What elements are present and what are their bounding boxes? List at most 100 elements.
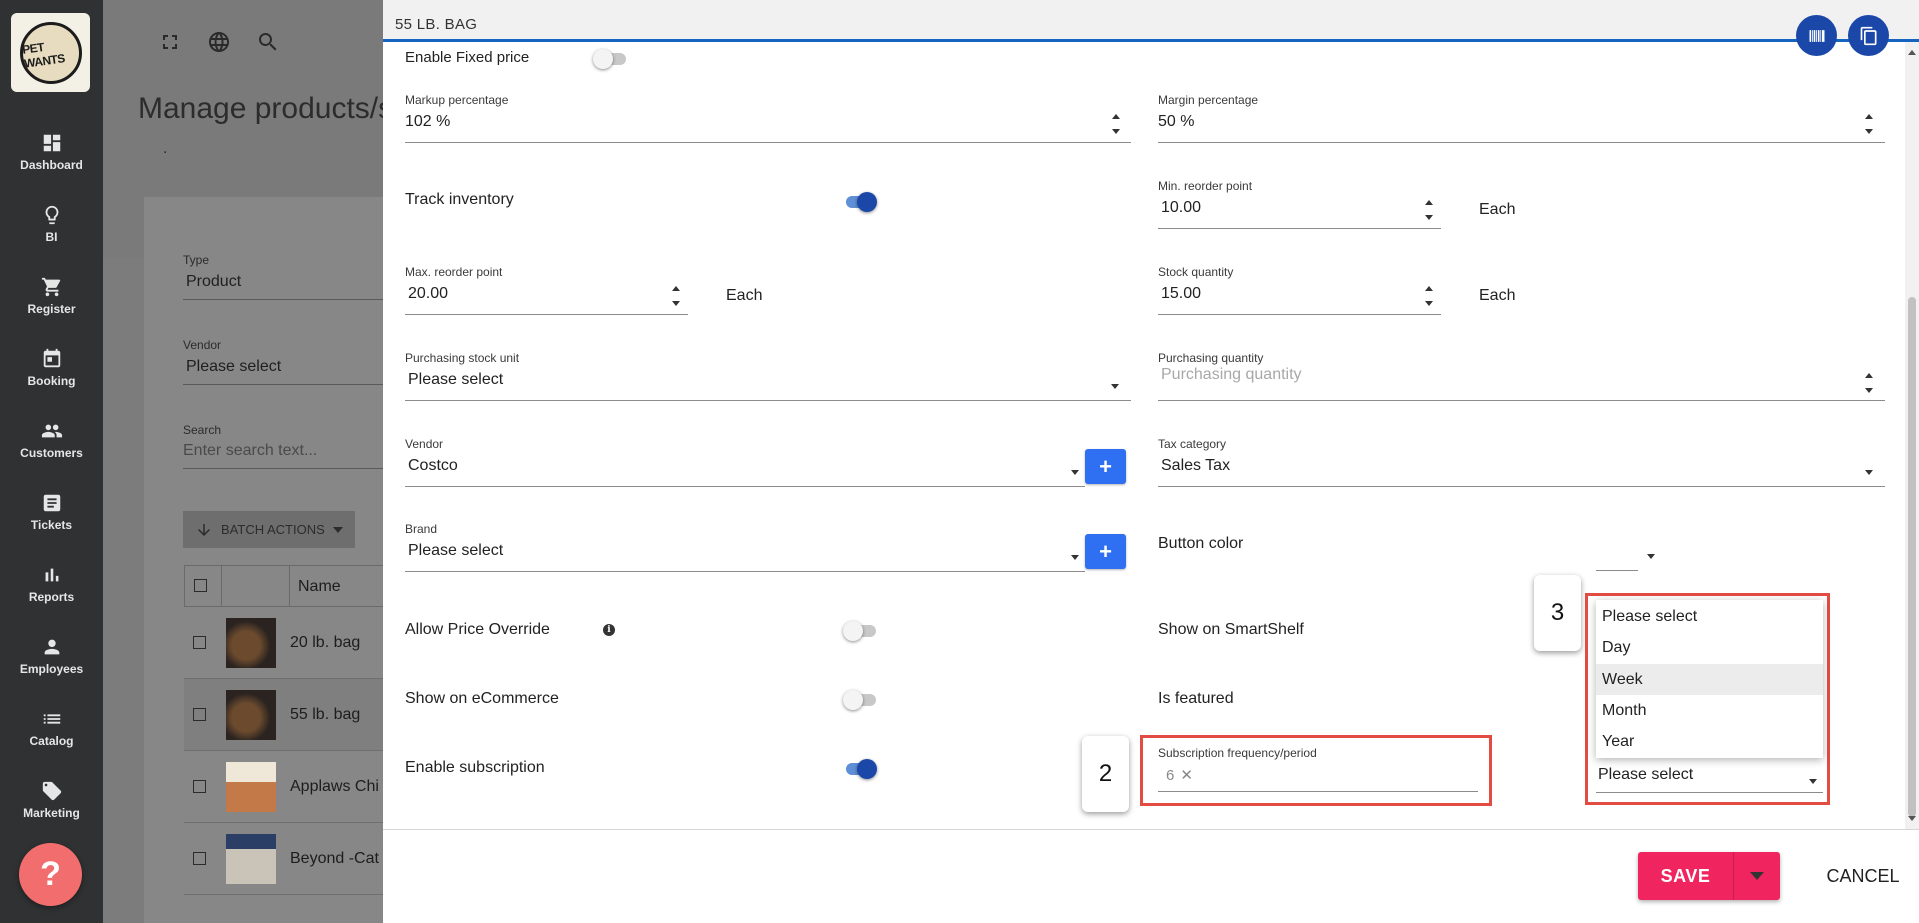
add-brand-button[interactable]: + xyxy=(1085,534,1126,569)
chevron-down-icon[interactable] xyxy=(1071,555,1079,560)
brand-select[interactable]: Please select xyxy=(408,542,503,560)
min-reorder-underline xyxy=(1158,228,1441,229)
search-input[interactable]: Enter search text... xyxy=(183,442,317,460)
stock-qty-underline xyxy=(1158,314,1441,315)
min-reorder-stepper[interactable] xyxy=(1425,199,1435,221)
sidebar-item-label: Tickets xyxy=(30,518,73,532)
calendar-icon xyxy=(43,348,60,368)
row-checkbox[interactable] xyxy=(193,852,206,865)
column-divider xyxy=(221,566,222,606)
period-option-year[interactable]: Year xyxy=(1596,726,1823,757)
enable-subscription-toggle[interactable] xyxy=(843,759,877,779)
cancel-button[interactable]: CANCEL xyxy=(1813,852,1913,900)
search-icon[interactable] xyxy=(256,30,280,54)
track-inventory-label: Track inventory xyxy=(405,191,514,208)
chevron-down-icon[interactable] xyxy=(1865,470,1873,475)
sidebar-item-bi[interactable]: BI xyxy=(0,194,103,254)
vendor-filter-select[interactable]: Please select xyxy=(186,358,281,376)
tax-category-label: Tax category xyxy=(1158,437,1227,451)
track-inventory-toggle[interactable] xyxy=(843,192,877,212)
purchasing-unit-underline xyxy=(405,400,1131,401)
chevron-down-icon[interactable] xyxy=(1071,470,1079,475)
globe-icon[interactable] xyxy=(207,30,231,54)
row-checkbox[interactable] xyxy=(193,780,206,793)
enable-fixed-price-toggle[interactable] xyxy=(593,49,627,69)
add-vendor-button[interactable]: + xyxy=(1085,449,1126,484)
max-reorder-input[interactable]: 20.00 xyxy=(408,285,448,303)
search-label: Search xyxy=(183,423,222,437)
select-all-checkbox[interactable] xyxy=(194,579,207,592)
period-option-day[interactable]: Day xyxy=(1596,632,1823,663)
duplicate-button[interactable] xyxy=(1848,15,1889,56)
stock-qty-unit: Each xyxy=(1479,287,1516,304)
product-thumbnail xyxy=(226,689,276,740)
margin-input[interactable]: 50 % xyxy=(1158,113,1194,131)
info-icon[interactable]: i xyxy=(603,624,615,636)
chevron-down-icon[interactable] xyxy=(1809,779,1817,784)
sidebar-item-marketing[interactable]: Marketing xyxy=(0,770,103,830)
period-option-please-select[interactable]: Please select xyxy=(1596,601,1823,632)
save-button[interactable]: SAVE xyxy=(1638,852,1733,900)
row-name: Beyond -Cat xyxy=(290,849,379,867)
tax-category-select[interactable]: Sales Tax xyxy=(1161,457,1230,475)
sidebar-item-catalog[interactable]: Catalog xyxy=(0,698,103,758)
period-select[interactable]: Please select xyxy=(1598,766,1693,784)
button-color-swatch[interactable] xyxy=(1596,570,1638,571)
save-split-button: SAVE xyxy=(1638,852,1780,900)
subscription-frequency-chip[interactable]: 6 ✕ xyxy=(1166,766,1193,785)
sidebar-item-employees[interactable]: Employees xyxy=(0,626,103,686)
scroll-down-arrow[interactable] xyxy=(1908,816,1916,821)
stock-qty-input[interactable]: 15.00 xyxy=(1161,285,1201,303)
sidebar-item-label: Dashboard xyxy=(20,158,83,172)
markup-stepper[interactable] xyxy=(1112,113,1122,135)
help-button[interactable]: ? xyxy=(19,843,82,906)
product-thumbnail xyxy=(226,617,276,668)
modal-scrollbar[interactable] xyxy=(1905,42,1919,829)
period-option-week[interactable]: Week xyxy=(1596,664,1823,695)
product-thumbnail xyxy=(226,833,276,884)
markup-underline xyxy=(405,142,1131,143)
button-color-label: Button color xyxy=(1158,535,1244,552)
min-reorder-label: Min. reorder point xyxy=(1158,179,1253,193)
sidebar-item-register[interactable]: Register xyxy=(0,266,103,326)
scroll-up-arrow[interactable] xyxy=(1908,50,1916,55)
purchasing-unit-select[interactable]: Please select xyxy=(408,371,503,389)
vendor-underline xyxy=(405,486,1085,487)
max-reorder-label: Max. reorder point xyxy=(405,265,503,279)
period-option-month[interactable]: Month xyxy=(1596,695,1823,726)
batch-actions-button[interactable]: BATCH ACTIONS xyxy=(183,511,355,548)
max-reorder-unit: Each xyxy=(726,287,763,304)
margin-stepper[interactable] xyxy=(1865,113,1875,135)
stock-qty-stepper[interactable] xyxy=(1425,285,1435,307)
row-checkbox[interactable] xyxy=(193,708,206,721)
barcode-button[interactable] xyxy=(1796,15,1837,56)
clear-icon[interactable]: ✕ xyxy=(1180,766,1193,784)
sidebar-item-dashboard[interactable]: Dashboard xyxy=(0,122,103,182)
sidebar-item-label: Booking xyxy=(27,374,76,388)
show-ecommerce-toggle[interactable] xyxy=(843,690,877,710)
min-reorder-input[interactable]: 10.00 xyxy=(1161,199,1201,217)
chevron-down-icon[interactable] xyxy=(1111,384,1119,389)
type-underline xyxy=(183,299,383,300)
vendor-select[interactable]: Costco xyxy=(408,457,458,475)
row-checkbox[interactable] xyxy=(193,636,206,649)
pet-wants-logo[interactable]: PET WANTS xyxy=(11,13,90,92)
sidebar-item-reports[interactable]: Reports xyxy=(0,554,103,614)
type-select[interactable]: Product xyxy=(186,273,241,291)
markup-input[interactable]: 102 % xyxy=(405,113,450,131)
scroll-thumb[interactable] xyxy=(1908,297,1916,817)
max-reorder-stepper[interactable] xyxy=(672,285,682,307)
sidebar-item-booking[interactable]: Booking xyxy=(0,338,103,398)
sidebar-item-tickets[interactable]: Tickets xyxy=(0,482,103,542)
purchasing-unit-label: Purchasing stock unit xyxy=(405,351,520,365)
tag-icon xyxy=(42,781,61,801)
sidebar-item-customers[interactable]: Customers xyxy=(0,410,103,470)
purchasing-qty-stepper[interactable] xyxy=(1865,372,1875,394)
chevron-down-icon[interactable] xyxy=(1647,554,1655,559)
markup-label: Markup percentage xyxy=(405,93,509,107)
fullscreen-icon[interactable] xyxy=(158,30,182,54)
allow-price-override-toggle[interactable] xyxy=(843,621,877,641)
save-options-button[interactable] xyxy=(1733,852,1780,900)
purchasing-qty-input[interactable]: Purchasing quantity xyxy=(1161,366,1302,384)
column-header-name[interactable]: Name xyxy=(298,578,341,596)
